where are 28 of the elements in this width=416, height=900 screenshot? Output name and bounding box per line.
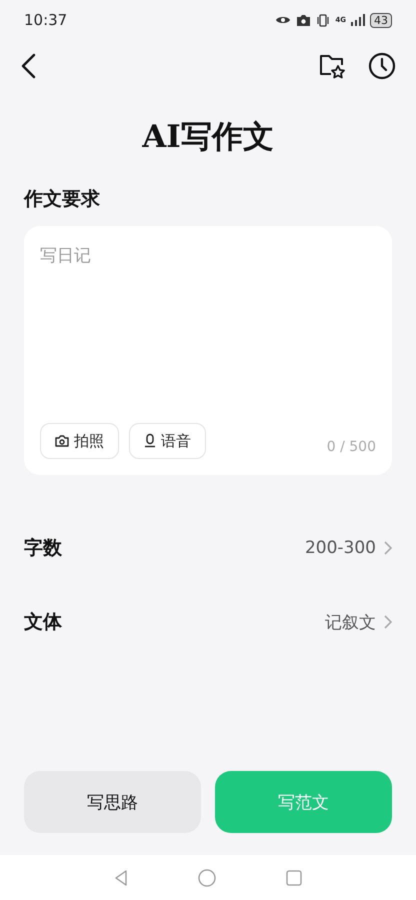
character-counter: 0 / 500 [326, 439, 376, 455]
voice-button[interactable]: 语音 [129, 423, 206, 459]
setting-label: 字数 [24, 536, 62, 561]
back-nav-icon[interactable] [114, 870, 128, 886]
signal-icon [351, 14, 365, 26]
camera-icon [296, 14, 312, 26]
requirement-field[interactable]: 写日记 拍照 语音 0 / 500 [24, 226, 392, 475]
vibrate-icon [316, 14, 330, 26]
eye-icon [275, 14, 292, 26]
home-nav-icon[interactable] [198, 868, 216, 886]
battery-level: 43 [370, 12, 392, 28]
recents-nav-icon[interactable] [286, 870, 302, 886]
clock-time: 10:37 [24, 11, 68, 29]
folder-star-icon[interactable] [318, 53, 346, 79]
photo-button[interactable]: 拍照 [40, 423, 119, 459]
camera-icon [54, 433, 70, 449]
page-title: AI写作文 [142, 119, 274, 155]
setting-row[interactable]: 字数 200-300 [24, 511, 392, 585]
secondary-button[interactable]: 写思路 [24, 771, 201, 833]
setting-value: 记叙文 [325, 612, 376, 634]
chevron-icon [384, 541, 392, 555]
setting-value: 200-300 [304, 538, 376, 558]
setting-row[interactable]: 文体 记叙文 [24, 585, 392, 659]
setting-label: 文体 [24, 610, 62, 635]
chevron-icon [384, 615, 392, 629]
microphone-icon [143, 433, 157, 449]
history-icon[interactable] [368, 52, 396, 80]
section-label: 作文要求 [24, 187, 101, 212]
